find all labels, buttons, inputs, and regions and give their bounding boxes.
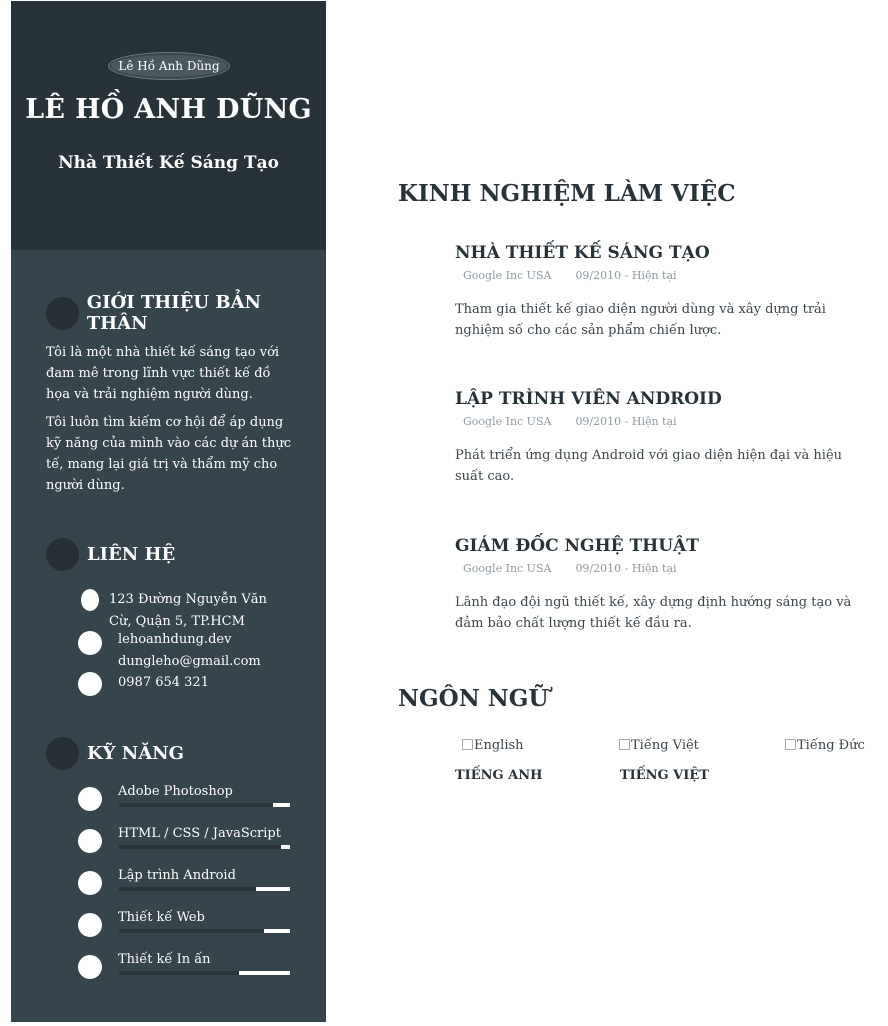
job-title: NHÀ THIẾT KẾ SÁNG TẠO xyxy=(455,243,710,263)
skills-section-title: KỸ NĂNG xyxy=(46,737,184,770)
avatar: Lê Hồ Anh Dũng xyxy=(108,52,230,80)
skill-bar-fill xyxy=(119,803,273,807)
contact-address: 123 Đường Nguyễn Văn Cừ, Quận 5, TP.HCM xyxy=(78,589,293,633)
about-title: GIỚI THIỆU BẢN THÂN xyxy=(86,292,262,334)
flag-image: Tiếng Đức xyxy=(785,738,865,753)
job-description: Lãnh đạo đội ngũ thiết kế, xây dựng định… xyxy=(455,595,852,631)
about-icon xyxy=(46,296,79,330)
contact-email[interactable]: dungleho@gmail.com xyxy=(118,651,261,673)
about-section-title: GIỚI THIỆU BẢN THÂN xyxy=(46,292,326,334)
contact-phone[interactable]: 0987 654 321 xyxy=(78,672,209,696)
job-period: 09/2010 - Hiện tại xyxy=(575,562,677,575)
job-period: 09/2010 - Hiện tại xyxy=(575,269,677,282)
experience-title: KINH NGHIỆM LÀM VIỆC xyxy=(398,180,736,207)
contact-icon xyxy=(46,538,79,571)
skill-icon xyxy=(78,787,102,811)
broken-image-icon xyxy=(462,739,473,750)
about-text: Tôi là một nhà thiết kế sáng tạo với đam… xyxy=(46,342,298,503)
skill-icon xyxy=(78,955,102,979)
skill-bar xyxy=(119,929,290,933)
globe-icon xyxy=(78,631,102,655)
job-description: Phát triển ứng dụng Android với giao diệ… xyxy=(455,448,843,484)
skills-icon xyxy=(46,737,79,770)
skill-bar xyxy=(119,845,290,849)
skill-icon xyxy=(78,829,102,853)
skill-bar-fill xyxy=(119,887,256,891)
language-label: TIẾNG ANH xyxy=(455,768,543,783)
skill-icon xyxy=(78,913,102,937)
broken-image-icon xyxy=(785,739,796,750)
profile-header: Lê Hồ Anh Dũng LÊ HỒ ANH DŨNG Nhà Thiết … xyxy=(11,1,326,250)
job-item: NHÀ THIẾT KẾ SÁNG TẠO Google Inc USA 09/2… xyxy=(455,243,855,341)
skill-bar xyxy=(119,803,290,807)
job-title: GIÁM ĐỐC NGHỆ THUẬT xyxy=(455,536,699,556)
language-item: English TIẾNG ANH xyxy=(455,738,542,783)
contact-section-title: LIÊN HỆ xyxy=(46,538,175,571)
language-item: Tiếng Đức xyxy=(785,738,865,753)
job-company: Google Inc USA xyxy=(463,562,552,575)
broken-image-icon xyxy=(619,739,630,750)
job-period: 09/2010 - Hiện tại xyxy=(575,415,677,428)
language-label: TIẾNG VIỆT xyxy=(620,768,709,783)
languages-title: NGÔN NGỮ xyxy=(398,685,549,712)
skills-title: KỸ NĂNG xyxy=(87,743,185,764)
job-meta: Google Inc USA 09/2010 - Hiện tại xyxy=(455,269,855,282)
phone-icon xyxy=(78,672,102,696)
skill-bar-fill xyxy=(119,845,282,849)
flag-image: English xyxy=(462,738,542,753)
profile-name: LÊ HỒ ANH DŨNG xyxy=(25,94,312,125)
about-paragraph: Tôi là một nhà thiết kế sáng tạo với đam… xyxy=(46,345,280,402)
job-company: Google Inc USA xyxy=(463,415,552,428)
job-description: Tham gia thiết kế giao diện người dùng v… xyxy=(455,302,826,338)
location-icon xyxy=(81,589,99,611)
job-title: LẬP TRÌNH VIÊN ANDROID xyxy=(455,389,722,409)
job-company: Google Inc USA xyxy=(463,269,552,282)
job-item: LẬP TRÌNH VIÊN ANDROID Google Inc USA 09/… xyxy=(455,389,855,487)
skill-bar xyxy=(119,887,290,891)
contact-title: LIÊN HỆ xyxy=(87,544,176,565)
about-paragraph: Tôi luôn tìm kiếm cơ hội để áp dụng kỹ n… xyxy=(46,415,292,493)
sidebar: Lê Hồ Anh Dũng LÊ HỒ ANH DŨNG Nhà Thiết … xyxy=(11,1,326,1022)
skill-bar-fill xyxy=(119,971,239,975)
skill-bar-fill xyxy=(119,929,265,933)
job-meta: Google Inc USA 09/2010 - Hiện tại xyxy=(455,415,855,428)
job-item: GIÁM ĐỐC NGHỆ THUẬT Google Inc USA 09/201… xyxy=(455,536,855,634)
avatar-alt-text: Lê Hồ Anh Dũng xyxy=(118,59,220,73)
skill-bar xyxy=(119,971,290,975)
flag-image: Tiếng Việt xyxy=(619,738,709,753)
language-item: Tiếng Việt TIẾNG VIỆT xyxy=(619,738,709,783)
skill-icon xyxy=(78,871,102,895)
profile-role: Nhà Thiết Kế Sáng Tạo xyxy=(58,153,279,173)
job-meta: Google Inc USA 09/2010 - Hiện tại xyxy=(455,562,855,575)
